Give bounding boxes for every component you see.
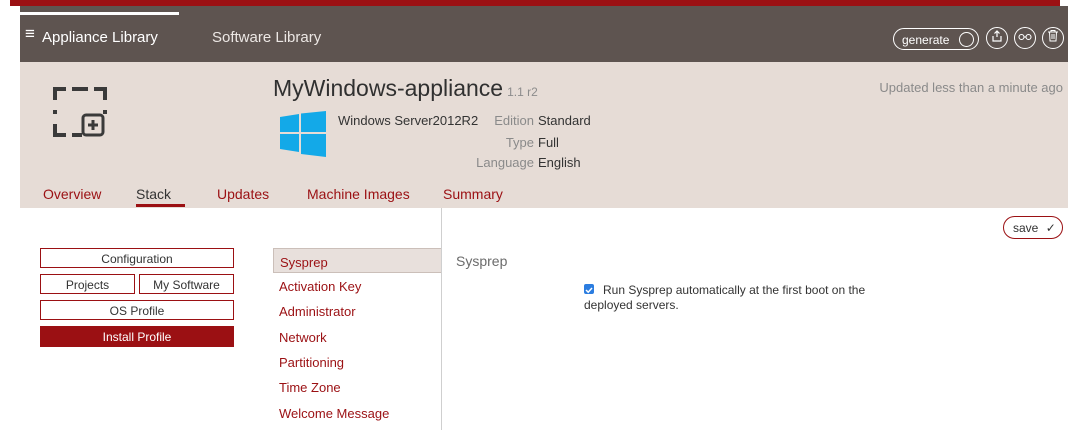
- appliance-title: MyWindows-appliance 1.1 r2: [273, 75, 538, 102]
- link-icon[interactable]: [1014, 27, 1036, 49]
- trash-icon[interactable]: [1042, 27, 1064, 49]
- configuration-button[interactable]: Configuration: [40, 248, 234, 268]
- content-divider: [441, 208, 442, 430]
- hamburger-icon[interactable]: ≡: [25, 25, 35, 42]
- os-name: Windows Server2012R2: [338, 113, 479, 128]
- app-frame: ≡ Appliance Library Software Library gen…: [0, 0, 1068, 430]
- tab-updates[interactable]: Updates: [217, 186, 269, 202]
- detail-value: Full: [538, 135, 559, 150]
- appliance-placeholder-icon: [50, 84, 110, 140]
- submenu-activation-key[interactable]: Activation Key: [273, 273, 441, 298]
- projects-button[interactable]: Projects: [40, 274, 135, 294]
- section-title: Sysprep: [456, 253, 508, 269]
- os-profile-button[interactable]: OS Profile: [40, 300, 234, 320]
- detail-value: English: [538, 155, 581, 170]
- tab-summary[interactable]: Summary: [443, 186, 503, 202]
- nav-appliance-library[interactable]: Appliance Library: [42, 29, 158, 46]
- appliance-version: 1.1 r2: [507, 85, 538, 99]
- detail-key: Edition: [494, 113, 534, 128]
- install-profile-button[interactable]: Install Profile: [40, 326, 234, 347]
- submenu-network[interactable]: Network: [273, 324, 441, 349]
- detail-language: Language English: [468, 155, 581, 170]
- save-button[interactable]: save ✓: [1003, 216, 1063, 239]
- sysprep-checkbox-label: Run Sysprep automatically at the first b…: [584, 283, 866, 312]
- submenu-partitioning[interactable]: Partitioning: [273, 349, 441, 374]
- appliance-header: MyWindows-appliance 1.1 r2 Updated less t…: [20, 62, 1068, 208]
- generate-label: generate: [902, 33, 950, 47]
- my-software-button[interactable]: My Software: [139, 274, 234, 294]
- sysprep-option: Run Sysprep automatically at the first b…: [584, 283, 914, 313]
- active-tab-indicator: [136, 204, 185, 207]
- checkmark-icon: ✓: [1045, 221, 1056, 235]
- detail-type: Type Full: [468, 135, 559, 150]
- detail-key: Type: [505, 135, 534, 150]
- detail-value: Standard: [538, 113, 591, 128]
- nav-software-library[interactable]: Software Library: [212, 29, 321, 46]
- active-nav-indicator: [20, 12, 179, 15]
- submenu-welcome-message[interactable]: Welcome Message: [273, 400, 441, 425]
- tab-machine-images[interactable]: Machine Images: [307, 186, 410, 202]
- tab-stack[interactable]: Stack: [136, 186, 171, 202]
- submenu-sysprep[interactable]: Sysprep: [273, 248, 441, 273]
- tab-overview[interactable]: Overview: [43, 186, 101, 202]
- updated-timestamp: Updated less than a minute ago: [879, 80, 1063, 95]
- sysprep-checkbox[interactable]: [584, 284, 594, 294]
- submenu-time-zone[interactable]: Time Zone: [273, 374, 441, 399]
- top-navbar: ≡ Appliance Library Software Library gen…: [20, 6, 1068, 62]
- detail-edition: Edition Standard: [468, 113, 591, 128]
- detail-key: Language: [476, 155, 534, 170]
- submenu-administrator[interactable]: Administrator: [273, 298, 441, 323]
- refresh-icon: [958, 32, 974, 47]
- windows-logo-icon: [280, 111, 326, 157]
- export-icon[interactable]: [986, 27, 1008, 49]
- generate-button[interactable]: generate: [893, 28, 979, 50]
- save-label: save: [1013, 221, 1039, 235]
- appliance-name: MyWindows-appliance: [273, 75, 504, 101]
